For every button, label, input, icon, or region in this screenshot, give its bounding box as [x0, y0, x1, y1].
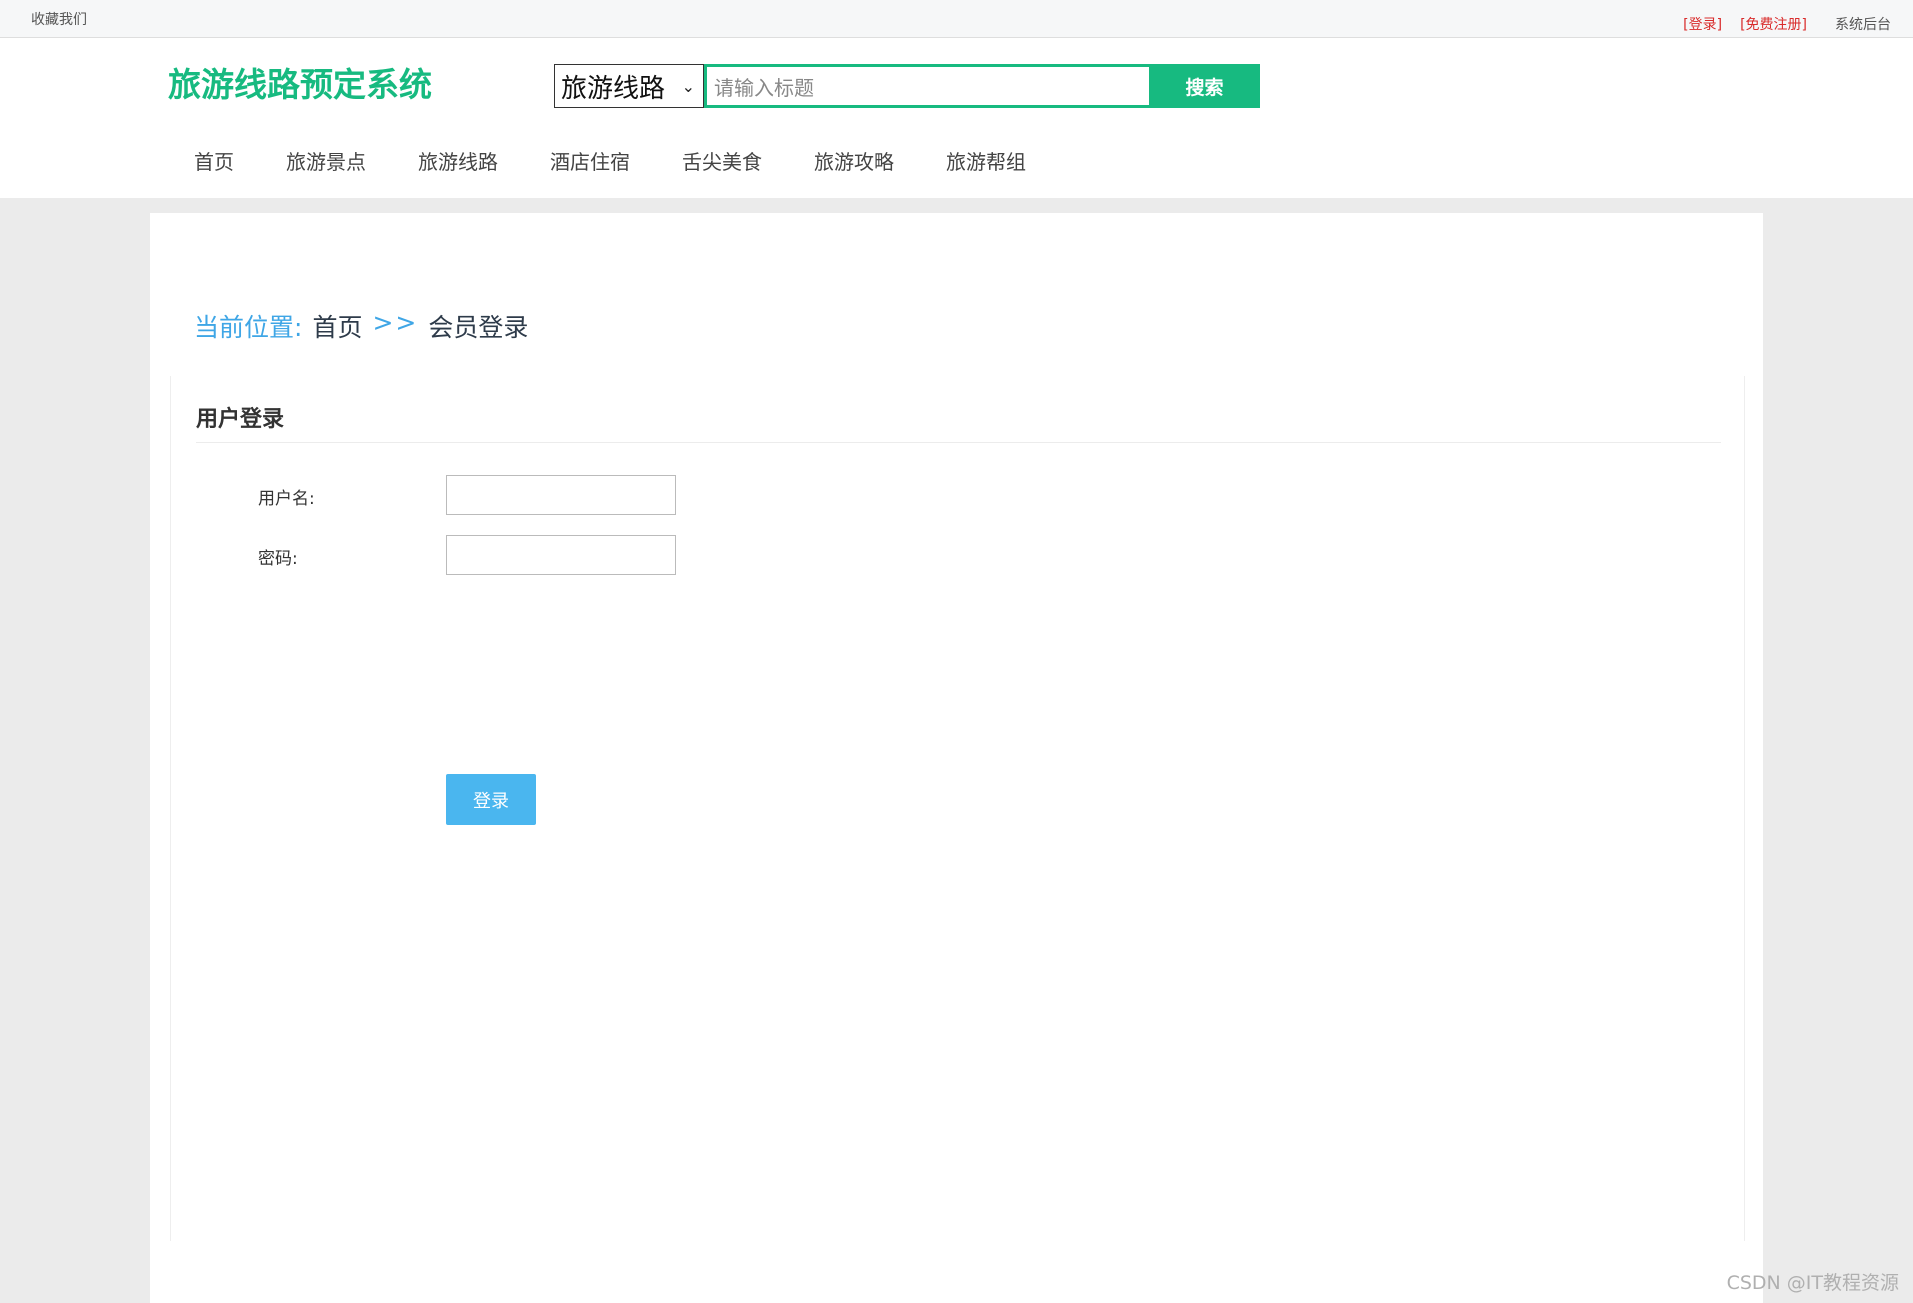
nav-item-guides[interactable]: 旅游攻略	[814, 146, 894, 175]
breadcrumb-current: 会员登录	[428, 313, 529, 342]
top-bar-links: [登录] [免费注册] 系统后台	[1683, 14, 1891, 34]
search-input[interactable]: 请输入标题	[704, 64, 1149, 108]
password-label: 密码:	[258, 549, 298, 569]
favorite-link[interactable]: 收藏我们	[31, 9, 87, 29]
nav-item-help[interactable]: 旅游帮组	[946, 146, 1026, 175]
login-panel: 用户登录 用户名: 密码: 登录	[170, 376, 1745, 1241]
search-placeholder: 请输入标题	[714, 75, 814, 100]
search-category-value: 旅游线路	[561, 73, 666, 104]
breadcrumb-label: 当前位置:	[194, 313, 303, 342]
admin-link[interactable]: 系统后台	[1835, 14, 1891, 34]
chevron-down-icon: ⌄	[681, 76, 695, 96]
content-card: 当前位置: 首页 >> 会员登录 用户登录 用户名: 密码: 登录	[150, 213, 1763, 1303]
panel-divider	[196, 442, 1721, 443]
search-button[interactable]: 搜索	[1149, 64, 1260, 108]
breadcrumb-separator: >>	[372, 308, 419, 337]
main-nav: 首页 旅游景点 旅游线路 酒店住宿 舌尖美食 旅游攻略 旅游帮组	[194, 146, 1078, 175]
search-category-select[interactable]: 旅游线路 ⌄	[554, 64, 704, 108]
login-panel-title: 用户登录	[196, 407, 285, 432]
nav-item-food[interactable]: 舌尖美食	[682, 146, 762, 175]
login-button[interactable]: 登录	[446, 774, 536, 825]
username-input[interactable]	[446, 475, 676, 515]
search-bar: 旅游线路 ⌄ 请输入标题 搜索	[554, 64, 1260, 108]
top-bar: 收藏我们 [登录] [免费注册] 系统后台	[0, 0, 1913, 38]
site-logo[interactable]: 旅游线路预定系统	[168, 58, 432, 106]
register-link[interactable]: [免费注册]	[1740, 14, 1807, 34]
password-input[interactable]	[446, 535, 676, 575]
username-label: 用户名:	[258, 489, 315, 509]
nav-item-home[interactable]: 首页	[194, 146, 234, 175]
nav-item-hotels[interactable]: 酒店住宿	[550, 146, 630, 175]
login-link[interactable]: [登录]	[1683, 14, 1722, 34]
nav-item-scenic-spots[interactable]: 旅游景点	[286, 146, 366, 175]
nav-item-travel-routes[interactable]: 旅游线路	[418, 146, 498, 175]
site-header: 旅游线路预定系统 旅游线路 ⌄ 请输入标题 搜索 首页 旅游景点 旅游线路 酒店…	[0, 38, 1913, 198]
breadcrumb: 当前位置: 首页 >> 会员登录	[194, 308, 528, 344]
watermark: CSDN @IT教程资源	[1726, 1272, 1899, 1294]
breadcrumb-home-link[interactable]: 首页	[312, 308, 362, 344]
